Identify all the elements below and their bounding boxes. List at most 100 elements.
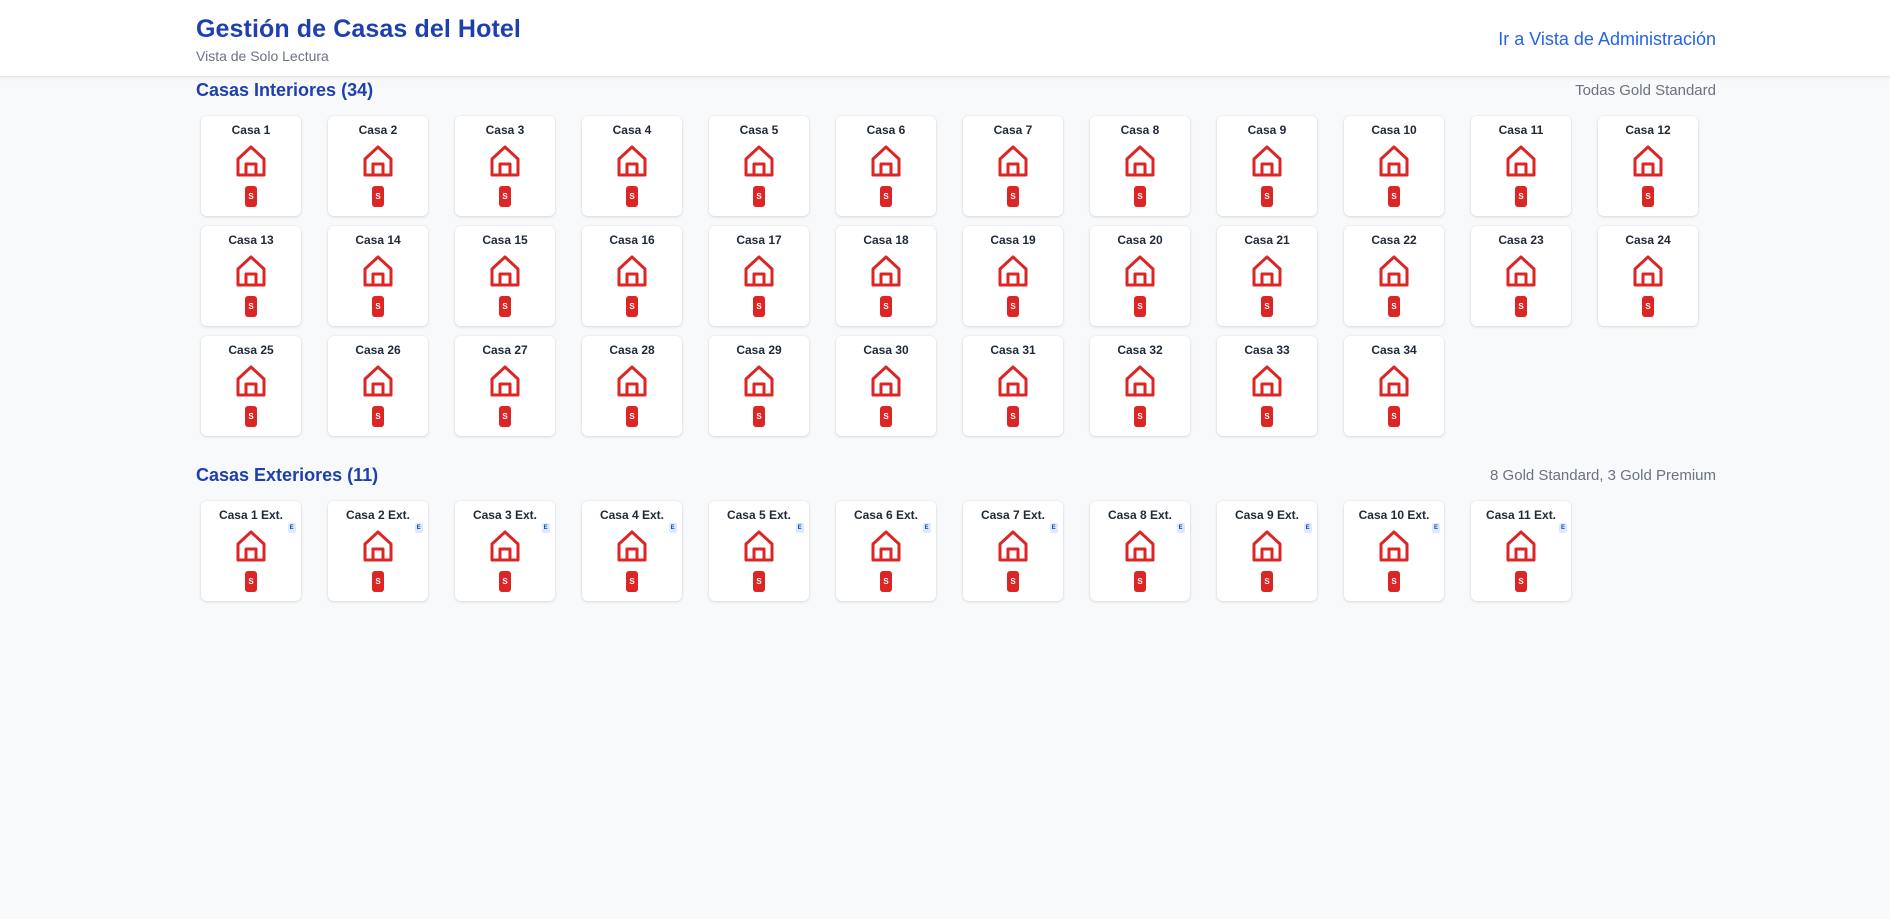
house-card[interactable]: Casa 26 S [328, 336, 428, 436]
house-card[interactable]: Casa 2 Ext. S E [328, 501, 428, 601]
page-title: Gestión de Casas del Hotel [196, 15, 521, 43]
house-icon [615, 254, 649, 288]
house-card[interactable]: Casa 33 S [1217, 336, 1317, 436]
house-name: Casa 19 [990, 233, 1036, 247]
level-badge: S [1261, 571, 1273, 592]
level-badge: S [1261, 186, 1273, 207]
house-card[interactable]: Casa 16 S [582, 226, 682, 326]
house-card[interactable]: Casa 7 S [963, 116, 1063, 216]
house-card[interactable]: Casa 32 S [1090, 336, 1190, 436]
house-card[interactable]: Casa 30 S [836, 336, 936, 436]
house-icon [234, 144, 268, 178]
house-card[interactable]: Casa 4 Ext. S E [582, 501, 682, 601]
exterior-badge: E [1176, 523, 1185, 533]
house-icon [488, 144, 522, 178]
house-card[interactable]: Casa 19 S [963, 226, 1063, 326]
house-card[interactable]: Casa 2 S [328, 116, 428, 216]
house-card[interactable]: Casa 11 Ext. S E [1471, 501, 1571, 601]
level-badge: S [880, 571, 892, 592]
level-badge: S [626, 296, 638, 317]
house-card[interactable]: Casa 1 Ext. S E [201, 501, 301, 601]
house-icon [1250, 144, 1284, 178]
house-icon [996, 364, 1030, 398]
house-card[interactable]: Casa 23 S [1471, 226, 1571, 326]
level-badge: S [1515, 186, 1527, 207]
house-name: Casa 5 [739, 123, 779, 137]
level-badge: S [753, 571, 765, 592]
house-name: Casa 10 [1371, 123, 1417, 137]
house-icon [869, 364, 903, 398]
house-card[interactable]: Casa 6 Ext. S E [836, 501, 936, 601]
house-card[interactable]: Casa 34 S [1344, 336, 1444, 436]
house-icon [488, 254, 522, 288]
exterior-section-header: Casas Exteriores (11) 8 Gold Standard, 3… [196, 465, 1716, 489]
house-card[interactable]: Casa 25 S [201, 336, 301, 436]
house-card[interactable]: Casa 5 Ext. S E [709, 501, 809, 601]
house-icon [742, 529, 776, 563]
house-card[interactable]: Casa 9 S [1217, 116, 1317, 216]
house-card[interactable]: Casa 20 S [1090, 226, 1190, 326]
level-badge: S [1007, 406, 1019, 427]
house-name: Casa 31 [990, 343, 1036, 357]
exterior-badge: E [668, 523, 677, 533]
house-card[interactable]: Casa 1 S [201, 116, 301, 216]
house-card[interactable]: Casa 3 S [455, 116, 555, 216]
house-name: Casa 28 [609, 343, 655, 357]
house-icon [488, 364, 522, 398]
house-card[interactable]: Casa 4 S [582, 116, 682, 216]
level-badge: S [753, 406, 765, 427]
house-card[interactable]: Casa 24 S [1598, 226, 1698, 326]
house-icon [1631, 144, 1665, 178]
house-card[interactable]: Casa 10 Ext. S E [1344, 501, 1444, 601]
house-card[interactable]: Casa 12 S [1598, 116, 1698, 216]
house-card[interactable]: Casa 14 S [328, 226, 428, 326]
exterior-badge: E [1303, 523, 1312, 533]
house-card[interactable]: Casa 11 S [1471, 116, 1571, 216]
level-badge: S [1515, 296, 1527, 317]
house-card[interactable]: Casa 3 Ext. S E [455, 501, 555, 601]
house-card[interactable]: Casa 28 S [582, 336, 682, 436]
level-badge: S [1388, 406, 1400, 427]
level-badge: S [1261, 296, 1273, 317]
level-badge: S [1388, 571, 1400, 592]
house-icon [1250, 254, 1284, 288]
house-card[interactable]: Casa 29 S [709, 336, 809, 436]
house-card[interactable]: Casa 27 S [455, 336, 555, 436]
house-card[interactable]: Casa 8 Ext. S E [1090, 501, 1190, 601]
level-badge: S [1388, 296, 1400, 317]
house-name: Casa 3 Ext. [472, 508, 538, 522]
house-card[interactable]: Casa 7 Ext. S E [963, 501, 1063, 601]
level-badge: S [1388, 186, 1400, 207]
house-card[interactable]: Casa 15 S [455, 226, 555, 326]
house-card[interactable]: Casa 31 S [963, 336, 1063, 436]
house-card[interactable]: Casa 8 S [1090, 116, 1190, 216]
house-icon [361, 144, 395, 178]
exterior-section-title: Casas Exteriores (11) [196, 465, 379, 485]
house-name: Casa 24 [1625, 233, 1671, 247]
level-badge: S [626, 571, 638, 592]
house-card[interactable]: Casa 6 S [836, 116, 936, 216]
house-name: Casa 8 [1120, 123, 1160, 137]
house-icon [1377, 254, 1411, 288]
house-name: Casa 25 [228, 343, 274, 357]
level-badge: S [1642, 186, 1654, 207]
admin-view-link[interactable]: Ir a Vista de Administración [1498, 29, 1716, 50]
level-badge: S [1515, 571, 1527, 592]
house-icon [1123, 144, 1157, 178]
level-badge: S [880, 406, 892, 427]
house-card[interactable]: Casa 13 S [201, 226, 301, 326]
house-card[interactable]: Casa 10 S [1344, 116, 1444, 216]
house-card[interactable]: Casa 18 S [836, 226, 936, 326]
house-card[interactable]: Casa 17 S [709, 226, 809, 326]
house-icon [996, 254, 1030, 288]
house-name: Casa 18 [863, 233, 909, 247]
house-name: Casa 20 [1117, 233, 1163, 247]
house-card[interactable]: Casa 5 S [709, 116, 809, 216]
house-card[interactable]: Casa 21 S [1217, 226, 1317, 326]
house-card[interactable]: Casa 9 Ext. S E [1217, 501, 1317, 601]
house-name: Casa 27 [482, 343, 528, 357]
house-card[interactable]: Casa 22 S [1344, 226, 1444, 326]
level-badge: S [372, 571, 384, 592]
exterior-badge: E [1432, 523, 1440, 533]
level-badge: S [1134, 186, 1146, 207]
